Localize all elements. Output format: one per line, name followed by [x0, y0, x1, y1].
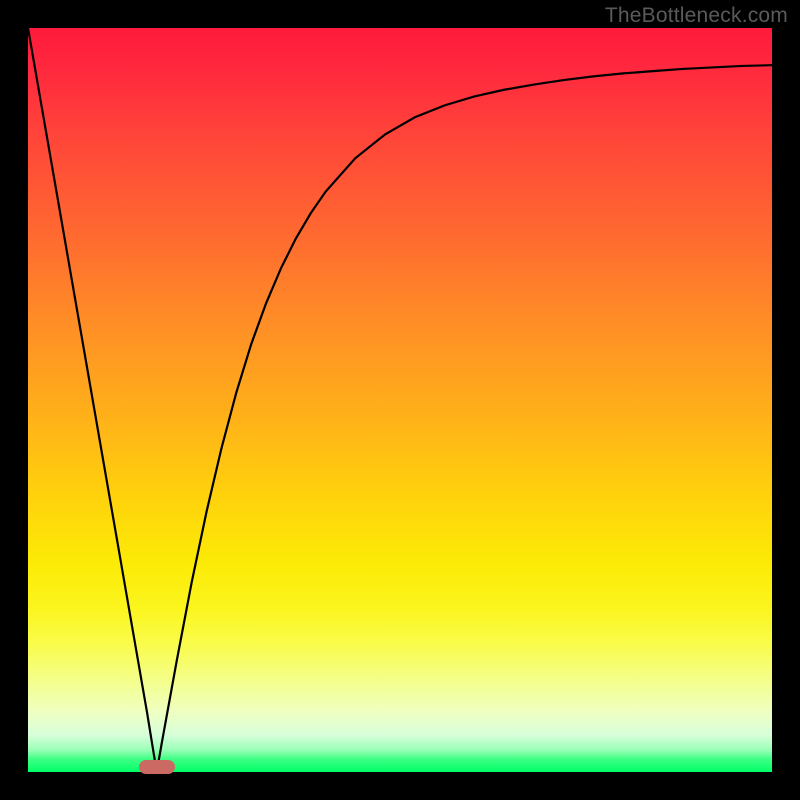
plot-area [28, 28, 772, 772]
bottleneck-curve [28, 28, 772, 772]
minimum-marker [139, 760, 175, 774]
chart-frame: TheBottleneck.com [0, 0, 800, 800]
watermark-text: TheBottleneck.com [605, 4, 788, 28]
